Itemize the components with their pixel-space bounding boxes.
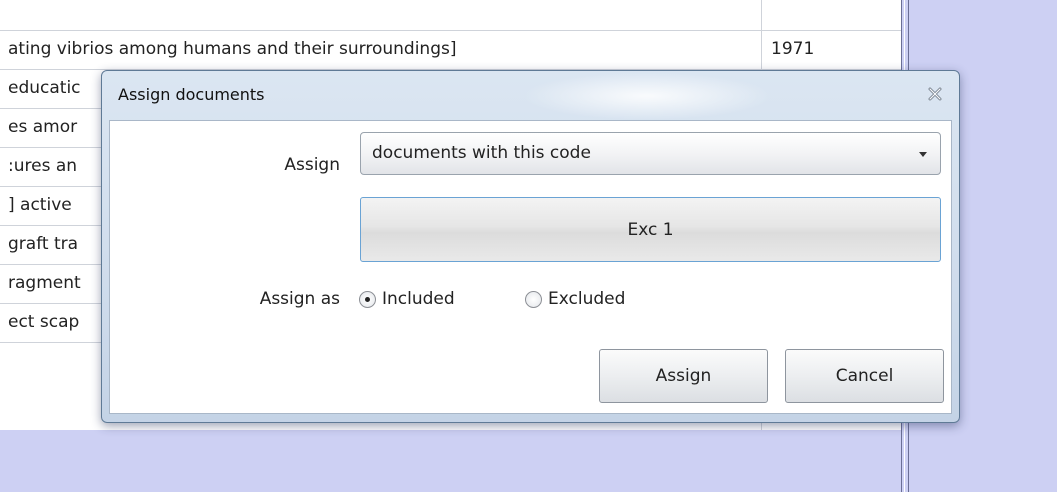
code-select[interactable]: Exc 1 xyxy=(360,197,941,262)
table-cell-year: 1971 xyxy=(771,39,815,59)
radio-included[interactable]: Included xyxy=(359,289,455,309)
grid-empty-area xyxy=(0,430,902,492)
table-cell-title: ating vibrios among humans and their sur… xyxy=(8,39,457,59)
table-cell-title: educatic xyxy=(8,78,81,98)
radio-button-checked[interactable] xyxy=(359,290,376,308)
assign-select-value: documents with this code xyxy=(372,143,591,163)
dialog-title: Assign documents xyxy=(118,85,265,104)
assign-button[interactable]: Assign xyxy=(599,349,768,403)
assign-label: Assign xyxy=(284,155,340,175)
table-cell-title: :ures an xyxy=(8,156,78,176)
title-bar-glow xyxy=(522,72,772,120)
assign-documents-dialog: Assign documents Assign documents with t… xyxy=(101,70,960,423)
close-icon[interactable] xyxy=(927,86,943,102)
code-select-value: Exc 1 xyxy=(627,220,674,240)
assign-select[interactable]: documents with this code xyxy=(360,132,941,175)
cancel-button[interactable]: Cancel xyxy=(785,349,944,403)
radio-dot xyxy=(365,296,370,302)
table-cell-title: es amor xyxy=(8,117,78,137)
dialog-body: Assign documents with this code Exc 1 As… xyxy=(109,120,952,414)
table-cell-title: ect scap xyxy=(8,312,80,332)
table-cell-title: ] active xyxy=(8,195,72,215)
table-row[interactable]: ating vibrios among humans and their sur… xyxy=(0,31,902,70)
table-cell-title: graft tra xyxy=(8,234,79,254)
chevron-down-icon xyxy=(919,151,927,157)
radio-excluded[interactable]: Excluded xyxy=(525,289,625,309)
radio-button-unchecked[interactable] xyxy=(525,290,542,308)
radio-included-label: Included xyxy=(382,289,455,309)
radio-excluded-label: Excluded xyxy=(548,289,626,309)
table-cell-title: ragment xyxy=(8,273,81,293)
table-row[interactable] xyxy=(0,0,902,31)
assign-as-label: Assign as xyxy=(259,289,340,309)
